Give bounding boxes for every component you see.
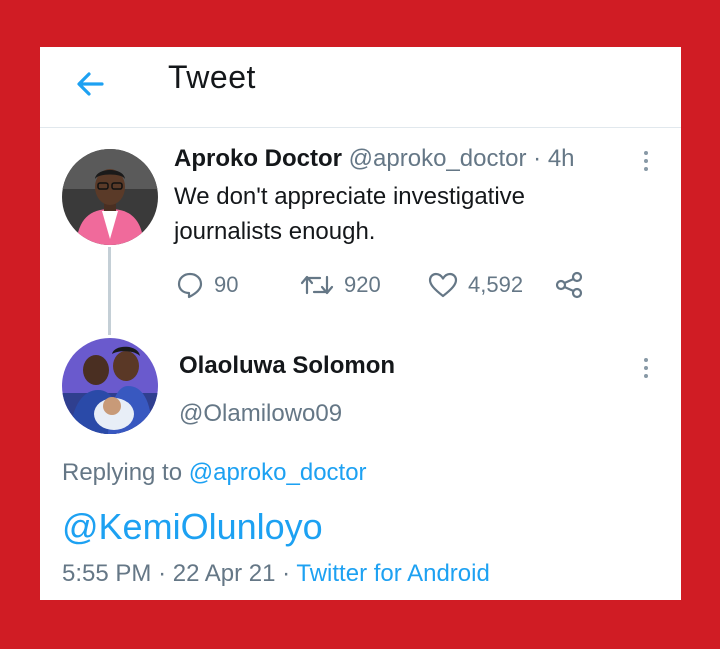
reply-date: 22 Apr 21: [172, 560, 276, 587]
avatar-olaoluwa-solomon[interactable]: [62, 338, 158, 434]
reply-button[interactable]: 90: [176, 265, 238, 305]
reply-count: 90: [214, 272, 239, 297]
more-vertical-icon: [644, 358, 648, 362]
replying-to-link[interactable]: @aproko_doctor: [189, 459, 367, 486]
more-options-button[interactable]: [634, 146, 658, 176]
replying-prefix: Replying to: [62, 459, 183, 486]
separator-dot: ·: [158, 560, 167, 587]
author-name[interactable]: Aproko Doctor: [174, 145, 342, 172]
tweet-header: Aproko Doctor @aproko_doctor · 4h: [174, 145, 575, 173]
share-button[interactable]: [554, 265, 584, 305]
like-count: 4,592: [468, 272, 524, 297]
replying-to-line: Replying to @aproko_doctor: [62, 459, 367, 487]
heart-icon: [428, 272, 458, 298]
page-title: Tweet: [168, 59, 256, 95]
reply-text-mention[interactable]: @KemiOlunloyo: [62, 506, 323, 548]
more-vertical-icon: [644, 151, 648, 155]
reply-author-name[interactable]: Olaoluwa Solomon: [179, 352, 395, 380]
tweet-actions: 90 920 4,592: [174, 265, 614, 305]
thread-connector-line: [108, 247, 111, 335]
retweet-count: 920: [344, 272, 381, 297]
share-icon: [555, 271, 583, 299]
reply-author-handle[interactable]: @Olamilowo09: [179, 400, 342, 428]
arrow-left-icon: [77, 72, 104, 96]
header-bar: Tweet: [40, 47, 681, 128]
avatar-aproko-doctor[interactable]: [62, 149, 158, 245]
separator-dot: ·: [282, 560, 291, 587]
reply-time: 5:55 PM: [62, 560, 152, 587]
reply-meta: 5:55 PM · 22 Apr 21 · Twitter for Androi…: [62, 560, 490, 588]
retweet-icon: [300, 275, 334, 295]
source-link[interactable]: Twitter for Android: [296, 560, 489, 587]
like-button[interactable]: 4,592: [428, 265, 523, 305]
separator-dot: ·: [533, 145, 542, 172]
author-handle[interactable]: @aproko_doctor: [349, 145, 527, 172]
back-button[interactable]: [70, 64, 110, 104]
tweet-card: Tweet Aproko Doctor @aproko_doctor · 4h …: [40, 47, 681, 600]
reply-more-options-button[interactable]: [634, 353, 658, 383]
tweet-text: We don't appreciate investigative journa…: [174, 183, 526, 245]
tweet-age: 4h: [547, 145, 575, 172]
reply-bubble-icon: [177, 272, 203, 299]
retweet-button[interactable]: 920: [300, 265, 381, 305]
